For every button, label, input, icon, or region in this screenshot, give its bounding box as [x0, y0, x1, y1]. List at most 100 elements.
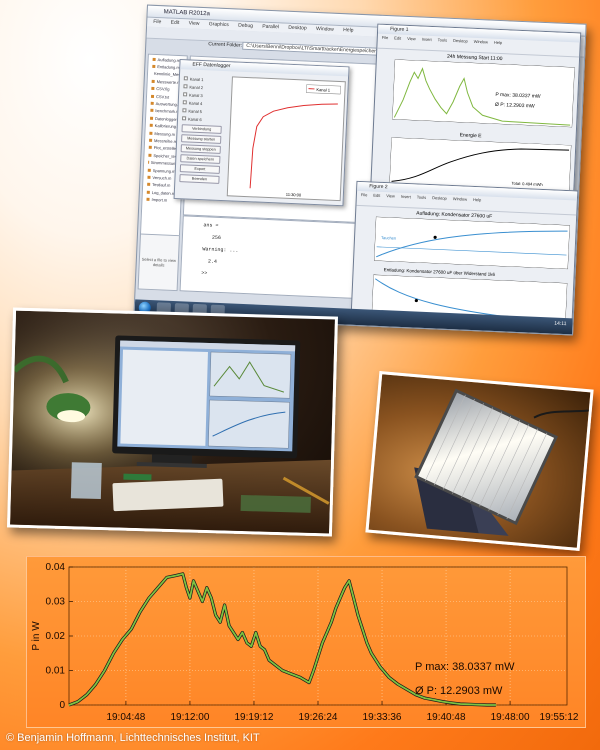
power-chart: 0 0.01 0.02 0.03 0.04 19:04:48 19:12:00 19:19:1…: [31, 562, 579, 723]
figure-menu-item[interactable]: File: [361, 192, 368, 197]
figure-menu-item[interactable]: Insert: [422, 37, 432, 42]
data-point: [344, 587, 346, 589]
data-point: [68, 704, 70, 706]
dialog-button[interactable]: Verbindung: [181, 124, 222, 134]
menu-desktop[interactable]: Desktop: [288, 25, 307, 32]
data-point: [339, 597, 341, 599]
figure-menu-item[interactable]: View: [407, 36, 416, 41]
x-tick-label: 19:19:12: [235, 712, 274, 723]
solar-panel-photo: [365, 370, 594, 552]
figure-menu-item[interactable]: Desktop: [453, 38, 468, 44]
chart-labels: 0 0.01 0.02 0.03 0.04 19:04:48 19:12:00 19:19:1…: [31, 562, 579, 723]
figure-menu-item[interactable]: Help: [473, 197, 481, 202]
checkbox-square[interactable]: [182, 100, 187, 105]
figure-menu-item[interactable]: Tools: [417, 195, 427, 200]
folder-item-label: CSV.txt: [155, 93, 170, 100]
menu-view[interactable]: View: [189, 20, 200, 26]
folder-item-label: CSV.fig: [156, 86, 170, 92]
checkbox-label: Kanal 3: [189, 91, 203, 98]
figure-2-plot1-legend: Tauchen: [380, 234, 397, 241]
figure-1-plot1: [392, 59, 575, 128]
figure-menu-item[interactable]: Help: [494, 40, 502, 45]
data-point: [308, 682, 310, 684]
details-panel: Select a file to view details: [137, 233, 180, 292]
data-point: [241, 631, 243, 634]
dialog-button[interactable]: Export: [179, 164, 221, 174]
data-point: [281, 669, 283, 672]
menu-edit[interactable]: Edit: [171, 20, 180, 26]
dialog-controls: Kanal 1 Kanal 2 Kanal 3 Kanal 4 Kanal 5 Kanal…: [179, 74, 224, 196]
data-point: [459, 703, 461, 705]
data-point: [189, 597, 191, 599]
figure-menu-item[interactable]: View: [386, 193, 395, 198]
menu-graphics[interactable]: Graphics: [209, 21, 229, 28]
data-point: [121, 638, 123, 641]
data-point: [185, 587, 187, 589]
checkbox-square[interactable]: [182, 108, 187, 113]
dialog-button[interactable]: Messung starten: [181, 134, 222, 144]
figure-menu-item[interactable]: Tools: [438, 37, 448, 42]
data-point: [112, 652, 115, 654]
data-point: [237, 638, 239, 641]
data-point: [206, 587, 208, 589]
x-tick-label: 19:12:00: [170, 712, 209, 723]
file-icon: [150, 109, 154, 113]
data-point: [299, 676, 301, 678]
dialog-button[interactable]: Messung stoppen: [180, 144, 221, 154]
data-point: [264, 649, 266, 651]
menu-parallel[interactable]: Parallel: [262, 24, 279, 31]
data-point: [397, 683, 399, 685]
data-point: [388, 676, 390, 678]
menu-help[interactable]: Help: [343, 27, 354, 33]
file-icon: [147, 168, 151, 172]
x-tick-label: 19:40:48: [427, 712, 466, 723]
data-point: [335, 607, 337, 609]
figure-menu-item[interactable]: Insert: [401, 194, 411, 199]
menu-debug[interactable]: Debug: [238, 23, 253, 30]
data-point: [486, 704, 488, 706]
data-point: [250, 645, 252, 647]
y-tick-label: 0.01: [46, 666, 66, 677]
figure-menu-item[interactable]: Window: [453, 196, 467, 202]
checkbox-square[interactable]: [183, 76, 188, 81]
menu-window[interactable]: Window: [316, 26, 334, 33]
file-icon: [146, 190, 150, 194]
data-point: [379, 666, 381, 668]
data-point: [104, 669, 106, 672]
figure-menu-item[interactable]: Edit: [394, 35, 401, 40]
file-icon: [147, 175, 151, 179]
dialog-button[interactable]: Beenden: [179, 174, 220, 184]
checkbox-square[interactable]: [183, 84, 188, 89]
menu-file[interactable]: File: [153, 19, 161, 25]
figure-1-plot2-title: Energie E: [459, 132, 482, 140]
data-point: [219, 621, 221, 623]
dialog-button[interactable]: Daten speichern: [180, 154, 221, 164]
taskbar-clock: 14:11: [554, 320, 567, 328]
folder-item-label: Aufladung.m: [157, 56, 181, 63]
data-point: [95, 683, 97, 685]
y-tick-label: 0.02: [46, 631, 66, 642]
checkbox-square[interactable]: [182, 116, 187, 121]
checkbox-label: Kanal 2: [189, 83, 204, 90]
figure-1-window: Figure 1 File Edit View Insert Tools Desktop W…: [369, 23, 582, 203]
checkbox-square[interactable]: [183, 92, 188, 97]
dialog-plot-curve: [249, 103, 338, 189]
figure-menu-item[interactable]: Edit: [373, 193, 380, 198]
command-window[interactable]: ans = 256 Warning: ... 2.4 >>: [179, 215, 371, 300]
data-point: [157, 587, 159, 589]
channel-checkbox[interactable]: Kanal 6: [182, 114, 222, 124]
pavg-annotation: Ø P: 12.2903 mW: [415, 685, 503, 697]
data-point: [353, 597, 355, 599]
power-chart-panel: 0 0.01 0.02 0.03 0.04 19:04:48 19:12:00 19:19:1…: [26, 556, 586, 728]
data-point: [130, 628, 132, 630]
data-point: [86, 694, 88, 696]
matlab-screenshot: MATLAB R2012a File Edit View Graphics De…: [133, 4, 587, 336]
checkbox-label: Kanal 1: [189, 75, 204, 82]
file-icon: [149, 131, 153, 135]
data-point: [450, 702, 452, 704]
figure-menu-item[interactable]: Desktop: [432, 195, 447, 201]
data-point: [77, 701, 79, 703]
folder-item-label: Log_daten.m: [151, 189, 176, 196]
figure-menu-item[interactable]: File: [382, 35, 389, 40]
figure-menu-item[interactable]: Window: [474, 39, 488, 45]
